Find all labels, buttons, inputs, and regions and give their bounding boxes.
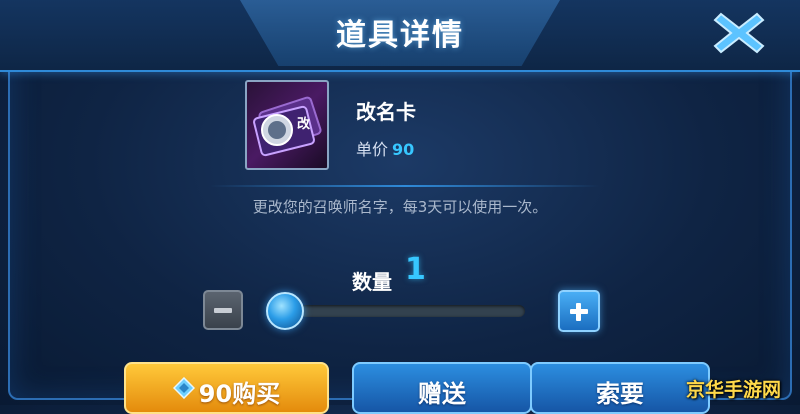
svg-text:改: 改 [297,116,311,132]
request-button[interactable]: 索要 [530,362,710,414]
divider [210,185,600,187]
watermark: 京华手游网 [686,379,782,401]
buy-button[interactable]: 90购买 [124,362,329,414]
item-description: 更改您的召唤师名字，每3天可以使用一次。 [252,198,548,216]
quantity-value: 1 [405,252,426,287]
coupon-icon [172,377,195,399]
dialog-header: 道具详情 [0,0,800,72]
buy-button-label: 90购买 [198,380,281,408]
decrease-quantity-button[interactable] [203,290,243,330]
gift-button[interactable]: 赠送 [352,362,532,414]
close-button[interactable] [704,6,774,60]
rename-card-icon: 改 [245,80,329,170]
quantity-slider-track[interactable] [270,305,525,317]
gift-button-label: 赠送 [418,380,466,408]
price-row: 单价 90 [356,136,414,160]
close-icon [713,12,765,54]
item-name: 改名卡 [356,100,416,124]
dialog-title: 道具详情 [336,18,464,53]
price-value: 90 [392,140,415,159]
quantity-slider-knob[interactable] [266,292,304,330]
request-button-label: 索要 [596,380,644,408]
quantity-label: 数量 [352,270,392,294]
price-label: 单价 [356,140,389,159]
increase-quantity-button[interactable] [558,290,600,332]
